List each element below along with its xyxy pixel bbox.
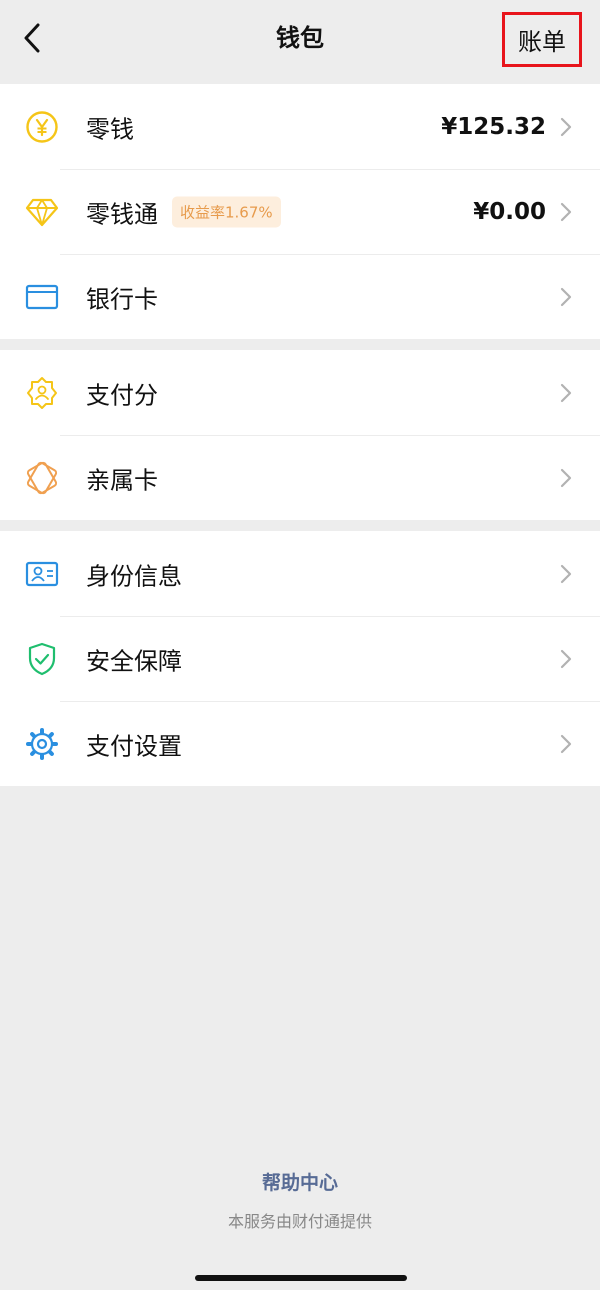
help-center-link[interactable]: 帮助中心	[0, 1168, 600, 1195]
family-card-icon	[24, 460, 60, 496]
list-item-pay-score[interactable]: 支付分	[0, 350, 600, 435]
wallet-balance-group: 零钱 ¥125.32 零钱通 收益率1.67% ¥0.00 银行卡	[0, 84, 600, 339]
item-label: 零钱通	[86, 200, 158, 228]
provider-note: 本服务由财付通提供	[227, 1212, 372, 1231]
yen-coin-icon	[24, 109, 60, 145]
list-item-security[interactable]: 安全保障	[0, 616, 600, 701]
chevron-right-icon	[558, 466, 574, 490]
gear-icon	[24, 726, 60, 762]
list-item-pay-settings[interactable]: 支付设置	[0, 701, 600, 786]
pay-services-group: 支付分 亲属卡	[0, 350, 600, 520]
diamond-icon	[24, 194, 60, 230]
id-card-icon	[24, 556, 60, 592]
chevron-right-icon	[558, 115, 574, 139]
account-settings-group: 身份信息 安全保障 支付设置	[0, 531, 600, 786]
shield-check-icon	[24, 641, 60, 677]
balance-value: ¥125.32	[441, 113, 546, 140]
chevron-right-icon	[558, 562, 574, 586]
chevron-right-icon	[558, 285, 574, 309]
item-label: 支付分	[86, 381, 158, 409]
list-item-identity-info[interactable]: 身份信息	[0, 531, 600, 616]
chevron-right-icon	[558, 200, 574, 224]
list-item-change[interactable]: 零钱 ¥125.32	[0, 84, 600, 169]
item-label: 亲属卡	[86, 466, 158, 494]
item-label: 安全保障	[86, 647, 182, 675]
yield-rate-badge: 收益率1.67%	[172, 196, 281, 227]
pay-score-icon	[24, 375, 60, 411]
bill-button[interactable]: 账单	[502, 12, 582, 67]
item-label: 银行卡	[86, 285, 158, 313]
list-item-bank-card[interactable]: 银行卡	[0, 254, 600, 339]
chevron-right-icon	[558, 381, 574, 405]
list-item-family-card[interactable]: 亲属卡	[0, 435, 600, 520]
item-label: 零钱	[86, 115, 134, 143]
chevron-left-icon	[24, 23, 40, 53]
item-label: 支付设置	[86, 732, 182, 760]
chevron-right-icon	[558, 732, 574, 756]
balance-value: ¥0.00	[473, 198, 546, 225]
chevron-right-icon	[558, 647, 574, 671]
back-button[interactable]	[12, 16, 52, 60]
home-indicator[interactable]	[195, 1275, 407, 1281]
list-item-change-pass[interactable]: 零钱通 收益率1.67% ¥0.00	[0, 169, 600, 254]
item-label: 身份信息	[86, 562, 182, 590]
nav-bar: 钱包 账单	[0, 0, 600, 84]
bank-card-icon	[24, 279, 60, 315]
